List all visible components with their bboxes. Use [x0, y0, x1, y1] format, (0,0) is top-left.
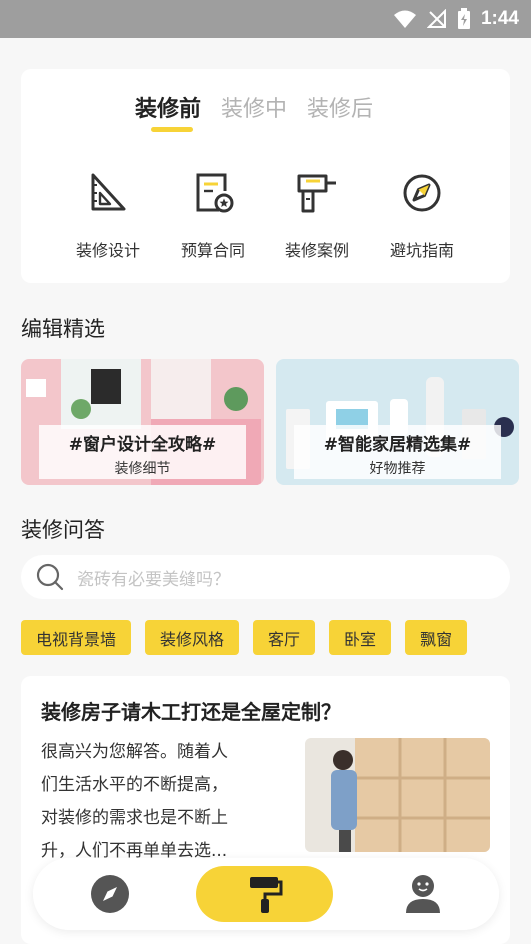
pick-subtitle: 好物推荐 [369, 461, 426, 477]
pick-title: #智能家居精选集# [323, 435, 472, 455]
status-bar: 1:44 [0, 0, 531, 38]
pick-overlay: #窗户设计全攻略# 装修细节 [39, 425, 246, 479]
feature-label: 装修案例 [284, 241, 349, 260]
status-time: 1:44 [480, 8, 519, 29]
editor-picks-title: 编辑精选 [21, 317, 105, 341]
compass-icon [403, 174, 441, 212]
qa-search-input[interactable]: 瓷砖有必要美缝吗？ [21, 555, 510, 599]
drill-icon [297, 174, 336, 213]
tag-style[interactable]: 装修风格 [145, 620, 240, 655]
no-signal-icon [426, 9, 446, 28]
pick-card-smart-home[interactable]: #智能家居精选集# 好物推荐 [276, 359, 519, 485]
tab-after[interactable]: 装修后 [307, 91, 373, 123]
answer-line: 很高兴为您解答。随着人 [41, 742, 228, 762]
answer-line: 们生活水平的不断提高， [41, 775, 228, 795]
tab-before[interactable]: 装修前 [135, 91, 201, 123]
qa-title: 装修问答 [21, 518, 105, 542]
qa-question: 装修房子请木工打还是全屋定制？ [41, 700, 341, 724]
search-placeholder: 瓷砖有必要美缝吗？ [77, 569, 230, 590]
tab-during[interactable]: 装修中 [221, 91, 287, 123]
bottom-nav-bar [33, 858, 499, 930]
paint-roller-icon [249, 877, 282, 913]
battery-charging-icon [457, 8, 470, 29]
set-square-icon [91, 173, 126, 211]
tag-tv-wall[interactable]: 电视背景墙 [21, 620, 132, 655]
qa-tags: 电视背景墙 装修风格 客厅 卧室 飘窗 [21, 620, 468, 655]
pick-overlay: #智能家居精选集# 好物推荐 [294, 425, 501, 479]
feature-label: 预算合同 [180, 241, 245, 260]
feature-cases[interactable]: 装修案例 [267, 169, 367, 261]
active-tab-indicator [151, 127, 193, 132]
feature-label: 避坑指南 [389, 241, 454, 260]
discover-compass-icon[interactable] [90, 874, 130, 914]
pick-subtitle: 装修细节 [114, 461, 171, 477]
contract-icon [196, 173, 234, 213]
nav-decorate-button[interactable] [196, 866, 333, 922]
phase-card: 装修前 装修中 装修后 装修设计 预算合同 装修案例 避坑指南 [21, 69, 510, 283]
tag-bedroom[interactable]: 卧室 [329, 620, 392, 655]
feature-design[interactable]: 装修设计 [58, 169, 158, 261]
answer-line: 对装修的需求也是不断上 [41, 808, 228, 828]
carpentry-image [305, 738, 490, 852]
tag-bay-window[interactable]: 飘窗 [405, 620, 468, 655]
feature-pitfall-guide[interactable]: 避坑指南 [372, 169, 472, 261]
qa-answer: 很高兴为您解答。随着人 们生活水平的不断提高， 对装修的需求也是不断上 升，人们… [41, 736, 283, 868]
pick-card-window-design[interactable]: #窗户设计全攻略# 装修细节 [21, 359, 264, 485]
search-icon [36, 563, 64, 591]
feature-budget-contract[interactable]: 预算合同 [163, 169, 263, 261]
pick-title: #窗户设计全攻略# [68, 435, 217, 455]
tag-living-room[interactable]: 客厅 [253, 620, 316, 655]
phase-tabs: 装修前 装修中 装修后 [135, 91, 373, 123]
feature-label: 装修设计 [75, 241, 140, 260]
wifi-icon [393, 10, 416, 28]
profile-icon[interactable] [403, 872, 443, 914]
